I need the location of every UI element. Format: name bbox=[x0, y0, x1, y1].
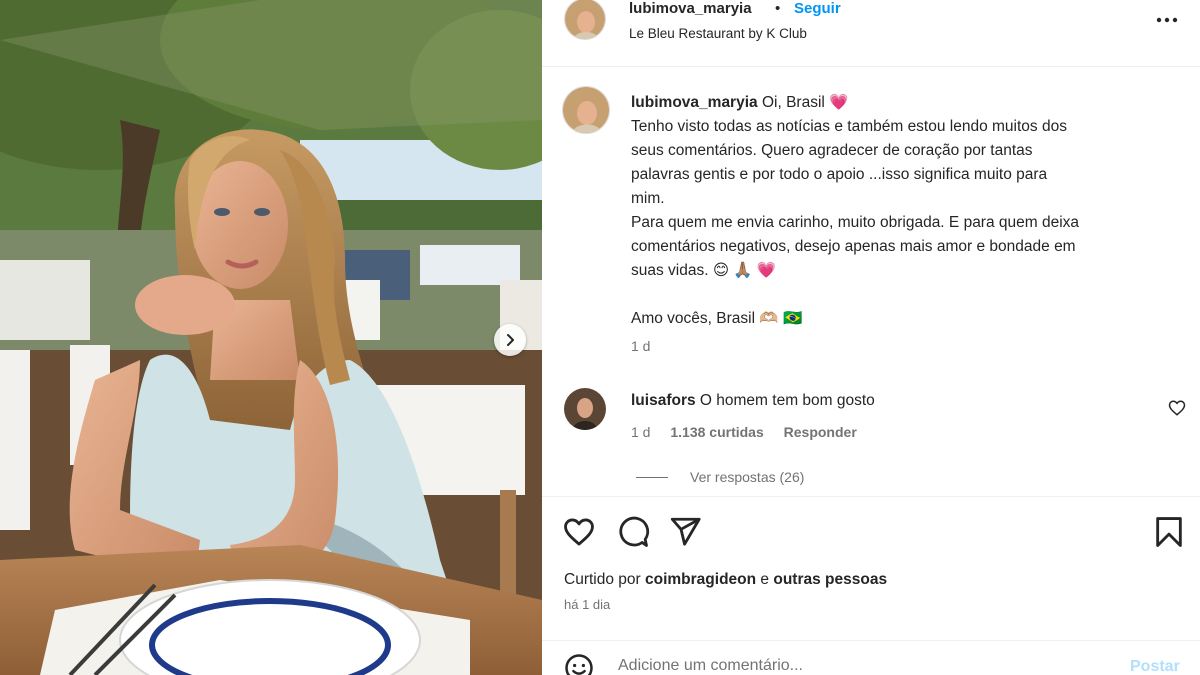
replies-divider bbox=[636, 476, 668, 478]
chevron-right-icon bbox=[507, 334, 514, 346]
author-username[interactable]: lubimova_maryia bbox=[629, 0, 752, 17]
post-image bbox=[0, 0, 542, 675]
post-actions-bar bbox=[542, 496, 1200, 566]
comment-meta: 1 d 1.138 curtidas Responder bbox=[631, 424, 873, 440]
caption-line: Para quem me envia carinho, muito obriga… bbox=[631, 214, 1080, 231]
more-horizontal-icon[interactable] bbox=[1154, 10, 1180, 30]
caption-line: seus comentários. Quero agradecer de cor… bbox=[631, 142, 1033, 159]
caption-line: suas vidas. 😊 🙏🏽 💗 bbox=[631, 262, 777, 279]
post-photo[interactable] bbox=[0, 0, 542, 675]
caption-line: Tenho visto todas as notícias e também e… bbox=[631, 118, 1067, 135]
commenter-avatar[interactable] bbox=[564, 388, 606, 430]
comment-timestamp[interactable]: 1 d bbox=[631, 424, 650, 440]
author-avatar[interactable] bbox=[564, 0, 606, 40]
reply-button[interactable]: Responder bbox=[784, 424, 857, 440]
separator-dot: • bbox=[775, 0, 781, 17]
caption-line: mim. bbox=[631, 190, 665, 207]
liked-by-others[interactable]: outras pessoas bbox=[773, 571, 887, 588]
caption-line: comentários negativos, desejo apenas mai… bbox=[631, 238, 1076, 255]
liked-by-joiner: e bbox=[760, 571, 770, 588]
post-details-panel: lubimova_maryia • Seguir Le Bleu Restaur… bbox=[542, 0, 1200, 675]
comments-section[interactable]: lubimova_maryia Oi, Brasil 💗 Tenho visto… bbox=[542, 68, 1200, 495]
caption-author-avatar[interactable] bbox=[562, 86, 610, 134]
comment-likes[interactable]: 1.138 curtidas bbox=[670, 424, 763, 440]
commenter-username[interactable]: luisafors bbox=[631, 392, 696, 409]
comment-icon[interactable] bbox=[616, 515, 650, 549]
view-replies-label: Ver respostas (26) bbox=[690, 469, 805, 485]
comment-text: luisafors O homem tem bom gosto bbox=[631, 392, 875, 410]
comment-body: O homem tem bom gosto bbox=[699, 392, 875, 409]
comment-like-heart-icon[interactable] bbox=[1168, 399, 1186, 417]
next-photo-button[interactable] bbox=[494, 324, 526, 356]
send-icon[interactable] bbox=[668, 515, 702, 549]
post-header: lubimova_maryia • Seguir Le Bleu Restaur… bbox=[542, 0, 1200, 67]
caption-username[interactable]: lubimova_maryia bbox=[631, 94, 758, 111]
liked-by-prefix: Curtido por bbox=[564, 571, 641, 588]
bookmark-icon[interactable] bbox=[1152, 515, 1186, 549]
view-replies-button[interactable]: Ver respostas (26) bbox=[636, 469, 804, 485]
caption-line: palavras gentis e por todo o apoio ...is… bbox=[631, 166, 1048, 183]
post-timestamp[interactable]: há 1 dia bbox=[564, 597, 610, 612]
emoji-icon[interactable] bbox=[564, 653, 594, 675]
post-caption: lubimova_maryia Oi, Brasil 💗 Tenho visto… bbox=[631, 91, 1161, 331]
caption-closing: Amo vocês, Brasil 🫶🏼 🇧🇷 bbox=[631, 310, 803, 327]
liked-by-user[interactable]: coimbragideon bbox=[645, 571, 756, 588]
location-link[interactable]: Le Bleu Restaurant by K Club bbox=[629, 26, 807, 41]
caption-timestamp[interactable]: 1 d bbox=[631, 338, 650, 354]
caption-first-line: lubimova_maryia Oi, Brasil 💗 bbox=[631, 91, 1161, 115]
comment-input[interactable] bbox=[618, 657, 1098, 675]
liked-by-summary[interactable]: Curtido por coimbragideon e outras pesso… bbox=[564, 571, 887, 589]
post-comment-button[interactable]: Postar bbox=[1130, 658, 1180, 675]
heart-emoji: 💗 bbox=[829, 94, 849, 111]
add-comment-bar: Postar bbox=[542, 640, 1200, 675]
heart-icon[interactable] bbox=[562, 515, 596, 549]
follow-button[interactable]: Seguir bbox=[794, 0, 841, 17]
caption-greeting: Oi, Brasil bbox=[761, 94, 825, 111]
